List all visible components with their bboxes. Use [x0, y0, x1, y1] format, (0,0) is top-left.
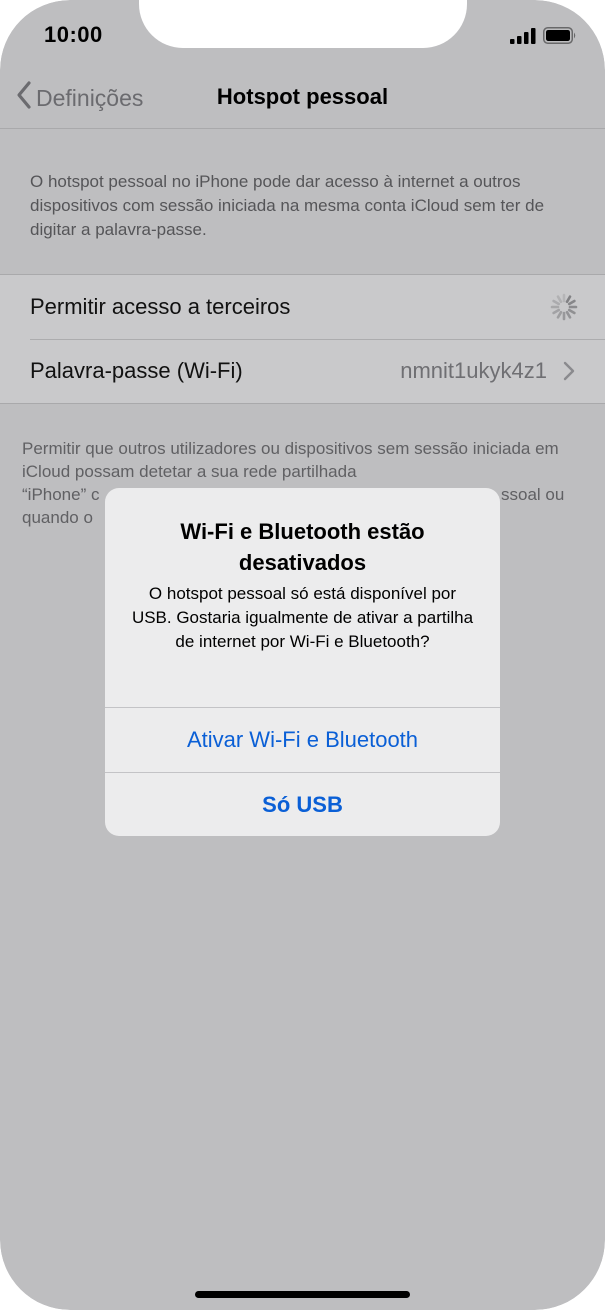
- battery-icon: [543, 27, 577, 49]
- allow-others-footer-line1: Permitir que outros utilizadores ou disp…: [22, 439, 559, 481]
- spinner-spoke: [552, 299, 561, 306]
- loading-spinner-icon: [549, 292, 579, 328]
- allow-others-row[interactable]: Permitir acesso a terceiros: [0, 275, 605, 339]
- alert-dialog: Wi-Fi e Bluetooth estão desativados O ho…: [105, 488, 500, 836]
- wifi-password-value: nmnit1ukyk4z1: [400, 358, 547, 383]
- phone-screen: 10:00 Definições Hotspot pessoal O hotsp…: [0, 0, 605, 1310]
- status-icons: [510, 27, 577, 49]
- allow-others-label: Permitir acesso a terceiros: [30, 294, 291, 319]
- page-title: Hotspot pessoal: [216, 84, 389, 109]
- spinner-spoke: [565, 295, 572, 304]
- device-notch: [139, 0, 467, 48]
- navigation-bar: Definições Hotspot pessoal: [0, 70, 605, 129]
- spinner-spoke: [556, 310, 563, 319]
- wifi-password-row[interactable]: Palavra-passe (Wi-Fi) nmnit1ukyk4z1: [0, 339, 605, 403]
- enable-wifi-bluetooth-button[interactable]: Ativar Wi-Fi e Bluetooth: [105, 707, 500, 772]
- footer-line3-start: “iPhone” c: [22, 485, 100, 504]
- spinner-spoke: [556, 295, 563, 304]
- footer-line4-start: quando o: [22, 508, 93, 527]
- status-time: 10:00: [44, 22, 103, 47]
- footer-line3-end: ssoal ou: [501, 485, 565, 504]
- settings-group: Permitir acesso a terceiros Palavra-pass…: [0, 274, 605, 404]
- wifi-password-label: Palavra-passe (Wi-Fi): [30, 358, 243, 383]
- chevron-right-icon: [563, 361, 575, 387]
- hotspot-description: O hotspot pessoal no iPhone pode dar ace…: [30, 172, 545, 239]
- spinner-spoke: [552, 308, 561, 315]
- spinner-spoke: [565, 310, 572, 319]
- usb-only-button[interactable]: Só USB: [105, 772, 500, 836]
- cellular-signal-icon: [510, 27, 536, 49]
- spinner-spoke: [567, 299, 576, 306]
- alert-message: O hotspot pessoal só está disponível por…: [131, 584, 474, 651]
- home-indicator[interactable]: [195, 1291, 410, 1298]
- spinner-spoke: [567, 308, 576, 315]
- alert-title: Wi-Fi e Bluetooth estão desativados: [180, 519, 425, 575]
